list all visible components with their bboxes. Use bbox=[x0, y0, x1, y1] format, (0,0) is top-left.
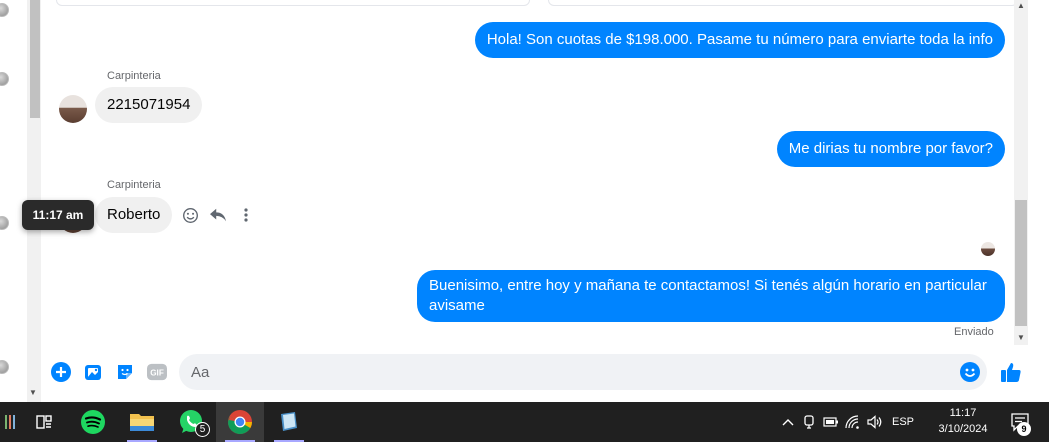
volume-icon[interactable] bbox=[864, 415, 886, 429]
notes-app-icon[interactable] bbox=[265, 402, 313, 442]
sticker-icon[interactable] bbox=[115, 362, 135, 382]
spotify-app-icon[interactable] bbox=[69, 402, 117, 442]
incoming-message[interactable]: Roberto bbox=[95, 197, 173, 233]
chrome-app-icon[interactable] bbox=[216, 402, 264, 442]
contact-avatar[interactable] bbox=[0, 72, 9, 86]
chat-thread: Hola! Son cuotas de $198.000. Pasame tu … bbox=[44, 0, 1018, 402]
whatsapp-app-icon[interactable]: 5 bbox=[167, 402, 215, 442]
seen-avatar bbox=[981, 242, 995, 256]
notification-center-icon[interactable]: 9 bbox=[1000, 402, 1040, 442]
outgoing-message[interactable]: Buenisimo, entre hoy y mañana te contact… bbox=[417, 270, 1005, 322]
reply-icon[interactable] bbox=[209, 206, 227, 224]
device-icon[interactable] bbox=[798, 415, 820, 429]
system-tray: ESP bbox=[778, 402, 920, 442]
windows-taskbar: 5 ESP 11:17 3/10/2024 9 bbox=[0, 402, 1049, 442]
file-explorer-icon[interactable] bbox=[118, 402, 166, 442]
battery-icon[interactable] bbox=[820, 417, 842, 427]
scroll-down-arrow-icon[interactable]: ▼ bbox=[1017, 333, 1025, 342]
contact-avatar[interactable] bbox=[0, 360, 9, 374]
language-indicator[interactable]: ESP bbox=[886, 416, 920, 428]
message-composer: GIF bbox=[44, 348, 1049, 402]
message-actions bbox=[181, 206, 255, 224]
wifi-icon[interactable] bbox=[842, 415, 864, 429]
delivery-status: Enviado bbox=[954, 326, 994, 338]
gif-label: GIF bbox=[150, 369, 164, 378]
whatsapp-badge: 5 bbox=[195, 422, 210, 437]
clock-date: 3/10/2024 bbox=[938, 423, 988, 435]
chat-scrollbar-thumb[interactable] bbox=[1015, 200, 1027, 326]
plus-circle-icon[interactable] bbox=[51, 362, 71, 382]
sender-name: Carpinteria bbox=[107, 70, 161, 82]
sender-name: Carpinteria bbox=[107, 179, 161, 191]
thumbs-up-icon[interactable] bbox=[999, 360, 1023, 384]
photo-icon[interactable] bbox=[83, 362, 103, 382]
chevron-up-icon[interactable] bbox=[778, 418, 798, 426]
outer-scrollbar-thumb[interactable] bbox=[30, 0, 40, 118]
outgoing-message[interactable]: Me dirias tu nombre por favor? bbox=[776, 131, 1005, 167]
outer-scroll-down-arrow-icon[interactable]: ▼ bbox=[29, 388, 37, 397]
more-options-icon[interactable] bbox=[237, 206, 255, 224]
show-desktop-icon[interactable] bbox=[0, 402, 20, 442]
time-tooltip: 11:17 am bbox=[22, 200, 94, 230]
incoming-message[interactable]: 2215071954 bbox=[95, 87, 203, 123]
message-text: 2215071954 bbox=[107, 96, 191, 113]
clock-time: 11:17 bbox=[949, 407, 977, 419]
emoji-icon[interactable] bbox=[960, 362, 980, 382]
notification-badge: 9 bbox=[1017, 422, 1031, 436]
message-text: Roberto bbox=[107, 206, 161, 223]
top-card-left bbox=[56, 0, 530, 6]
scroll-up-arrow-icon[interactable]: ▲ bbox=[1017, 1, 1025, 10]
message-text: Buenisimo, entre hoy y mañana te contact… bbox=[429, 277, 987, 294]
top-card-right bbox=[548, 0, 1018, 6]
contact-avatar[interactable] bbox=[0, 216, 9, 230]
message-text: Hola! Son cuotas de $198.000. Pasame tu … bbox=[486, 31, 993, 48]
clock[interactable]: 11:17 3/10/2024 bbox=[932, 402, 994, 442]
task-view-icon[interactable] bbox=[20, 402, 68, 442]
sender-avatar[interactable] bbox=[59, 95, 87, 123]
react-emoji-icon[interactable] bbox=[181, 206, 199, 224]
message-text: Me dirias tu nombre por favor? bbox=[788, 140, 993, 157]
contact-avatar[interactable] bbox=[0, 3, 9, 17]
outgoing-message[interactable]: Hola! Son cuotas de $198.000. Pasame tu … bbox=[474, 22, 1005, 58]
gif-icon[interactable]: GIF bbox=[147, 362, 167, 382]
message-text-line2: avisame bbox=[429, 297, 485, 314]
message-input[interactable] bbox=[179, 354, 987, 390]
